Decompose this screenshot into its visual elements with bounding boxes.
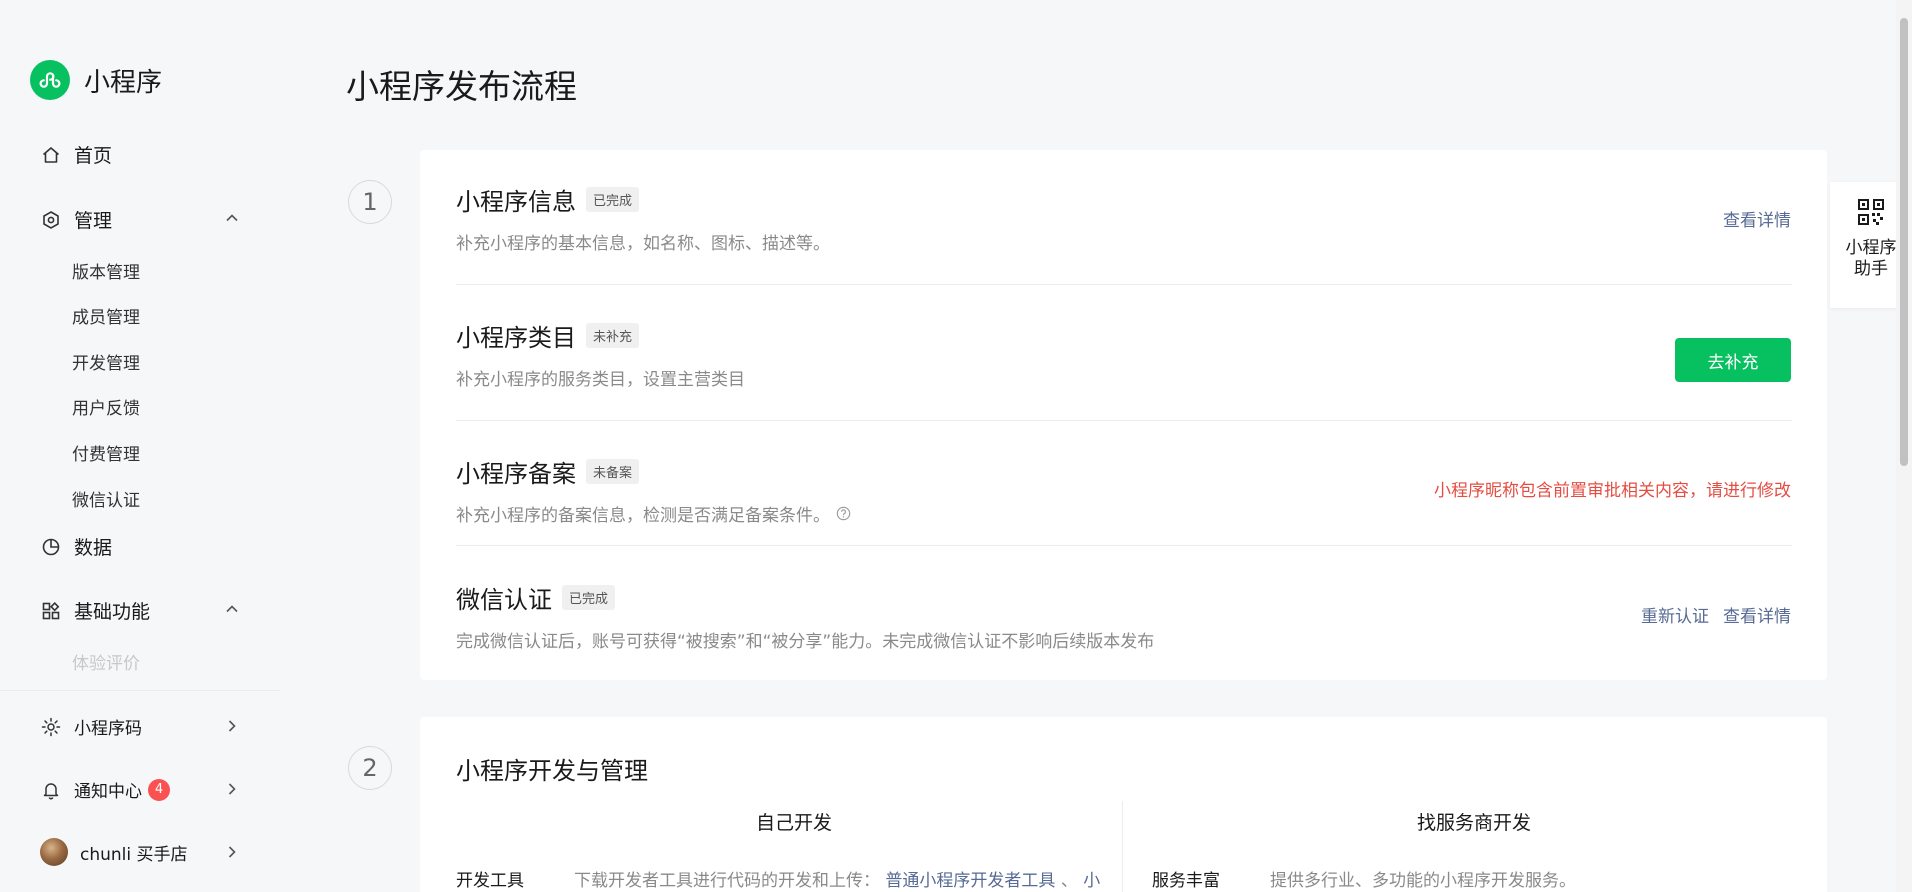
reverify-link[interactable]: 重新认证 — [1641, 602, 1709, 627]
info-actions: 查看详情 — [1723, 206, 1791, 231]
scrollbar-thumb[interactable] — [1900, 18, 1908, 466]
logo-text: 小程序 — [84, 67, 163, 98]
nav-qrcode[interactable]: 小程序码 — [40, 714, 142, 739]
status-tag: 已完成 — [586, 187, 640, 212]
tools-label: 开发工具 — [456, 871, 524, 891]
pie-chart-icon — [40, 536, 62, 558]
nav-qrcode-label: 小程序码 — [74, 719, 142, 739]
row-desc: 完成微信认证后，账号可获得“被搜索”和“被分享”能力。未完成微信认证不影响后续版… — [456, 632, 1155, 652]
step-number: 1 — [348, 180, 392, 224]
row-title: 小程序信息 — [456, 188, 576, 216]
chevron-right-icon[interactable] — [222, 842, 242, 862]
nav-manage[interactable]: 管理 — [40, 206, 112, 233]
nav-home-label: 首页 — [74, 145, 113, 167]
status-tag: 未补充 — [586, 323, 640, 348]
chevron-up-icon[interactable] — [222, 208, 242, 228]
chevron-right-icon[interactable] — [222, 779, 242, 799]
record-warning-link[interactable]: 小程序昵称包含前置审批相关内容，请进行修改 — [1434, 476, 1791, 501]
view-details-link[interactable]: 查看详情 — [1723, 602, 1791, 627]
sidebar: 小程序 首页 管理 版本管理 成员管理 开发管理 用户反馈 付费管理 微信认证 … — [0, 0, 280, 892]
tools-separator: 、 — [1060, 871, 1078, 891]
step-number: 2 — [348, 746, 392, 790]
nav-dev-manage[interactable]: 开发管理 — [72, 349, 140, 374]
helper-label: 小程序 助手 — [1846, 238, 1897, 280]
divider — [456, 284, 1792, 285]
view-details-link[interactable]: 查看详情 — [1723, 206, 1791, 231]
page-title: 小程序发布流程 — [346, 67, 577, 106]
nav-home[interactable]: 首页 — [40, 141, 112, 168]
helper-label-line1: 小程序 — [1845, 238, 1897, 258]
category-actions: 去补充 — [1675, 338, 1791, 382]
question-help-icon[interactable] — [836, 506, 851, 521]
chevron-up-icon[interactable] — [222, 599, 242, 619]
nav-notify-center[interactable]: 通知中心 4 — [40, 777, 170, 802]
notify-count-badge: 4 — [148, 778, 170, 801]
row-desc-wrap: 补充小程序的备案信息，检测是否满足备案条件。 — [456, 501, 1792, 526]
sun-qrcode-icon — [40, 716, 62, 738]
nav-wechat-verify[interactable]: 微信认证 — [72, 486, 140, 511]
home-icon — [40, 144, 62, 166]
supplement-button[interactable]: 去补充 — [1675, 338, 1791, 382]
row-desc: 补充小程序的备案信息，检测是否满足备案条件。 — [456, 506, 830, 526]
nav-user-feedback[interactable]: 用户反馈 — [72, 394, 140, 419]
tools-desc-wrap: 下载开发者工具进行代码的开发和上传： 普通小程序开发者工具 、 小 — [574, 866, 1100, 891]
section-title: 小程序开发与管理 — [456, 757, 648, 785]
verify-actions: 重新认证 查看详情 — [1641, 602, 1791, 627]
nav-member-manage[interactable]: 成员管理 — [72, 303, 140, 328]
row-desc: 补充小程序的基本信息，如名称、图标、描述等。 — [456, 234, 830, 254]
wechat-verify-row: 微信认证 已完成 完成微信认证后，账号可获得“被搜索”和“被分享”能力。未完成微… — [456, 580, 1792, 652]
miniprogram-logo-icon — [30, 60, 70, 100]
column-divider — [1122, 801, 1123, 892]
qrcode-icon — [1857, 198, 1885, 230]
chevron-right-icon[interactable] — [222, 716, 242, 736]
miniprogram-category-row: 小程序类目 未补充 补充小程序的服务类目，设置主营类目 — [456, 318, 1792, 390]
logo[interactable]: 小程序 — [30, 60, 162, 100]
nav-experience-rating[interactable]: 体验评价 — [72, 649, 140, 674]
sidebar-divider — [0, 690, 280, 691]
devtools-download-link[interactable]: 普通小程序开发者工具 — [885, 871, 1055, 891]
nav-version-manage[interactable]: 版本管理 — [72, 258, 140, 283]
row-desc: 补充小程序的服务类目，设置主营类目 — [456, 370, 745, 390]
self-dev-heading: 自己开发 — [755, 812, 832, 834]
divider — [456, 420, 1792, 421]
vendor-dev-heading: 找服务商开发 — [1416, 812, 1531, 834]
service-label: 服务丰富 — [1152, 871, 1220, 891]
page-scrollbar[interactable] — [1896, 0, 1912, 892]
nav-account[interactable]: chunli 买手店 — [40, 838, 188, 866]
hexagon-settings-icon — [40, 209, 62, 231]
row-title: 微信认证 — [456, 586, 552, 614]
miniprogram-info-row: 小程序信息 已完成 补充小程序的基本信息，如名称、图标、描述等。 — [456, 182, 1792, 254]
status-tag: 已完成 — [562, 585, 616, 610]
nav-basic-features-label: 基础功能 — [74, 601, 151, 623]
divider — [456, 545, 1792, 546]
nav-data[interactable]: 数据 — [40, 533, 112, 560]
nav-payment-manage[interactable]: 付费管理 — [72, 440, 140, 465]
account-name: chunli 买手店 — [80, 844, 188, 865]
grid-apps-icon — [40, 600, 62, 622]
tools-desc: 下载开发者工具进行代码的开发和上传： — [574, 871, 880, 891]
devtools-download-link-2[interactable]: 小 — [1083, 871, 1100, 891]
status-tag: 未备案 — [586, 459, 640, 484]
release-steps-card: 小程序信息 已完成 补充小程序的基本信息，如名称、图标、描述等。 查看详情 小程… — [420, 150, 1827, 680]
nav-notify-label: 通知中心 — [74, 782, 142, 802]
nav-basic-features[interactable]: 基础功能 — [40, 597, 150, 624]
service-desc: 提供多行业、多功能的小程序开发服务。 — [1270, 871, 1576, 891]
row-title: 小程序类目 — [456, 324, 576, 352]
nav-manage-label: 管理 — [74, 210, 113, 232]
helper-label-line2: 助手 — [1854, 259, 1888, 279]
bell-icon — [40, 779, 62, 801]
record-actions: 小程序昵称包含前置审批相关内容，请进行修改 — [1434, 476, 1791, 501]
nav-data-label: 数据 — [74, 537, 113, 559]
dev-manage-card: 小程序开发与管理 自己开发 找服务商开发 开发工具 下载开发者工具进行代码的开发… — [420, 717, 1827, 892]
row-title: 小程序备案 — [456, 460, 576, 488]
avatar — [40, 838, 68, 866]
